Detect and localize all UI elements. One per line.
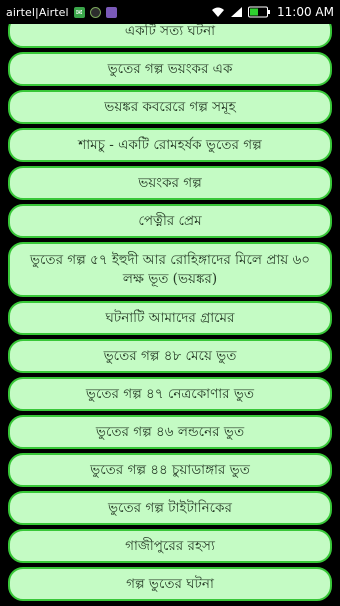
wifi-icon bbox=[211, 6, 225, 18]
story-item-11[interactable]: ভুতের গল্প ৪৪ চুয়াডাঙ্গার ভুত bbox=[8, 453, 332, 487]
signal-icon bbox=[230, 6, 243, 18]
story-item-14[interactable]: গল্প ভুতের ঘটনা bbox=[8, 567, 332, 601]
story-item-9[interactable]: ভুতের গল্প ৪৭ নেত্রকোণার ভুত bbox=[8, 377, 332, 411]
story-item-13[interactable]: গাজীপুরের রহস্য bbox=[8, 529, 332, 563]
clock: 11:00 AM bbox=[277, 5, 334, 19]
status-right: 11:00 AM bbox=[211, 5, 334, 19]
story-item-0[interactable]: একটি সত্য ঘটনা bbox=[8, 24, 332, 48]
app-content: একটি সত্য ঘটনা ভুতের গল্প ভয়ংকর এক ভয়ঙ… bbox=[0, 24, 340, 606]
story-item-10[interactable]: ভুতের গল্প ৪৬ লন্ডনের ভুত bbox=[8, 415, 332, 449]
status-left: airtel|Airtel ✉ bbox=[6, 6, 211, 19]
carrier-label: airtel|Airtel bbox=[6, 5, 69, 19]
app-icon bbox=[105, 6, 117, 18]
status-bar: airtel|Airtel ✉ 11:00 AM bbox=[0, 0, 340, 24]
story-item-6[interactable]: ভুতের গল্প ৫৭ ইহুদী আর রোহিঙ্গাদের মিলে … bbox=[8, 242, 332, 297]
battery-icon bbox=[248, 6, 271, 18]
story-item-2[interactable]: ভয়ঙ্কর কবরেরে গল্প সমূহ bbox=[8, 90, 332, 124]
story-item-7[interactable]: ঘটনাটি আমাদের গ্রামের bbox=[8, 301, 332, 335]
story-item-5[interactable]: পেত্নীর প্রেম bbox=[8, 204, 332, 238]
android-icon bbox=[89, 6, 101, 18]
story-item-8[interactable]: ভুতের গল্প ৪৮ মেয়ে ভুত bbox=[8, 339, 332, 373]
story-list: একটি সত্য ঘটনা ভুতের গল্প ভয়ংকর এক ভয়ঙ… bbox=[8, 24, 332, 605]
mail-icon: ✉ bbox=[73, 6, 85, 18]
story-item-1[interactable]: ভুতের গল্প ভয়ংকর এক bbox=[8, 52, 332, 86]
story-item-3[interactable]: শামচু - একটি রোমহর্ষক ভুতের গল্প bbox=[8, 128, 332, 162]
story-item-4[interactable]: ভয়ংকর গল্প bbox=[8, 166, 332, 200]
story-item-12[interactable]: ভুতের গল্প টাইটানিকের bbox=[8, 491, 332, 525]
